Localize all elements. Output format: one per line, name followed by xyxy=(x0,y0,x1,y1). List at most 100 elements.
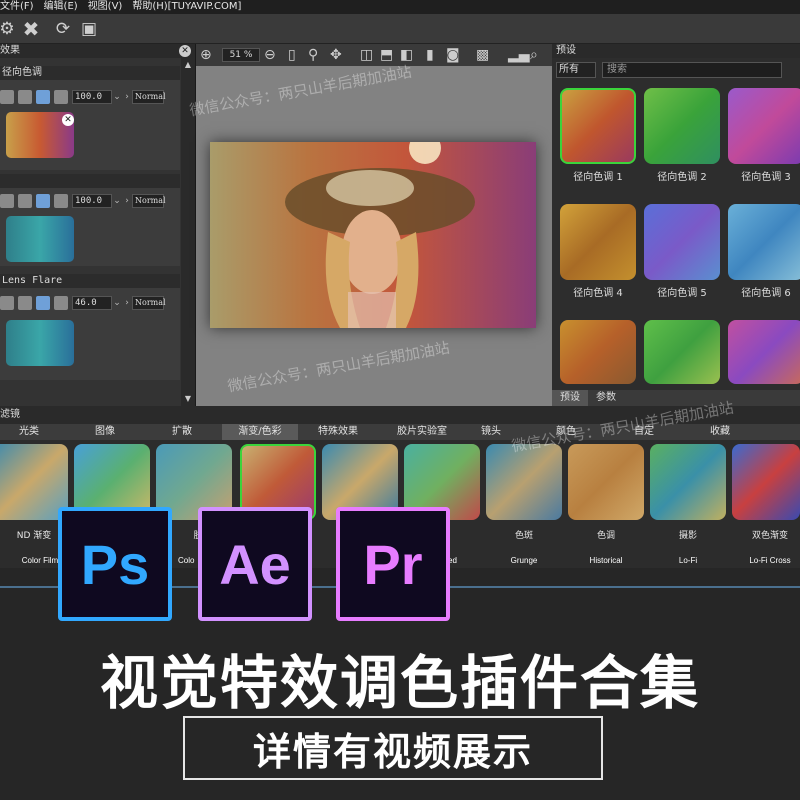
close-icon[interactable]: ✖ xyxy=(20,17,42,41)
mask-icon[interactable] xyxy=(54,194,68,208)
refresh-icon[interactable]: ⟳ xyxy=(52,18,74,40)
site-label: [TUYAVIP.COM] xyxy=(167,1,242,12)
histogram-icon[interactable]: ▂▄ xyxy=(508,47,530,63)
preset-thumbnail[interactable] xyxy=(644,320,720,384)
zoom-out-icon[interactable]: ⊖ xyxy=(264,47,276,63)
scroll-down-icon[interactable]: ▼ xyxy=(181,392,195,406)
split-horizontal-icon[interactable]: ⬒ xyxy=(380,47,393,63)
tab-gradient-color[interactable]: 渐变/色彩 xyxy=(222,424,298,440)
menu-file[interactable]: 文件(F) xyxy=(0,0,34,14)
preset-thumbnail[interactable] xyxy=(560,320,636,384)
move-icon[interactable]: ✥ xyxy=(330,47,342,63)
filter-thumbnail[interactable] xyxy=(486,444,562,520)
tab-lens[interactable]: 镜头 xyxy=(470,424,512,440)
portrait-image xyxy=(285,142,475,328)
preset-thumbnail[interactable] xyxy=(644,204,720,280)
chevron-right-icon[interactable]: › xyxy=(122,90,132,104)
preset-thumbnail[interactable] xyxy=(560,88,636,164)
blend-mode-select[interactable]: Normal xyxy=(132,90,166,104)
lightning-icon[interactable] xyxy=(36,194,50,208)
magnifier-icon[interactable]: ⚲ xyxy=(308,47,318,63)
preset-thumbnail[interactable] xyxy=(728,320,800,384)
effect-thumbnail[interactable] xyxy=(6,216,74,262)
tab-light[interactable]: 光类 xyxy=(0,424,58,440)
filter-thumbnail[interactable] xyxy=(568,444,644,520)
chevron-right-icon[interactable]: › xyxy=(122,296,132,310)
preset-label: 径向色调 1 xyxy=(573,172,623,183)
blend-mode-select[interactable]: Normal xyxy=(132,296,166,310)
after-effects-logo: Ae xyxy=(198,507,312,621)
fit-icon[interactable]: ▯ xyxy=(288,47,296,63)
edit-icon[interactable] xyxy=(0,296,14,310)
filter-category-label: Lo-Fi Cross xyxy=(749,556,791,565)
effect-layer-1[interactable]: 径向色调 100.0 ⌄ › Normal ✕ xyxy=(0,66,180,170)
logo-text: Ae xyxy=(202,511,308,617)
opacity-input[interactable]: 100.0 xyxy=(72,90,112,104)
mask-icon[interactable] xyxy=(54,296,68,310)
tab-parameters[interactable]: 参数 xyxy=(588,390,624,406)
zoom-level-input[interactable]: 51 % xyxy=(222,48,260,62)
monitor-icon[interactable] xyxy=(18,296,32,310)
close-icon[interactable]: ✕ xyxy=(179,45,191,57)
filter-label: 摄影 xyxy=(678,531,697,541)
document-icon[interactable]: ▮ xyxy=(426,47,434,63)
tab-diffusion[interactable]: 扩散 xyxy=(146,424,218,440)
chevron-right-icon[interactable]: › xyxy=(122,194,132,208)
monitor-icon[interactable] xyxy=(18,90,32,104)
image-icon[interactable]: ▩ xyxy=(476,47,489,63)
lightning-icon[interactable] xyxy=(36,90,50,104)
camera-icon[interactable]: ◙ xyxy=(446,47,460,63)
presets-header: 预设 xyxy=(552,44,800,58)
filter-category-label: Lo-Fi xyxy=(678,556,698,565)
filter-thumbnail[interactable] xyxy=(650,444,726,520)
preset-thumbnail[interactable] xyxy=(560,204,636,280)
gear-icon[interactable]: ⚙ xyxy=(0,18,18,40)
opacity-input[interactable]: 46.0 xyxy=(72,296,112,310)
premiere-logo: Pr xyxy=(336,507,450,621)
filter-thumbnail[interactable] xyxy=(732,444,800,520)
logo-text: Pr xyxy=(340,511,446,617)
chevron-down-icon[interactable]: ⌄ xyxy=(112,90,122,104)
chevron-down-icon[interactable]: ⌄ xyxy=(112,296,122,310)
effect-thumbnail[interactable] xyxy=(6,320,74,366)
filter-label: 色斑 xyxy=(514,531,533,541)
tab-favorites[interactable]: 收藏 xyxy=(700,424,740,440)
menu-help[interactable]: 帮助(H) xyxy=(132,0,167,14)
menu-edit[interactable]: 编辑(E) xyxy=(44,0,78,14)
scroll-up-icon[interactable]: ▲ xyxy=(181,58,195,72)
effect-name: 径向色调 xyxy=(0,66,180,80)
preset-thumbnail[interactable] xyxy=(644,88,720,164)
opacity-input[interactable]: 100.0 xyxy=(72,194,112,208)
mask-icon[interactable] xyxy=(54,90,68,104)
preset-thumbnail[interactable] xyxy=(728,204,800,280)
tab-presets[interactable]: 预设 xyxy=(552,390,588,406)
presets-tabs: 预设 参数 xyxy=(552,390,800,406)
preview-image[interactable] xyxy=(210,142,536,328)
tab-image[interactable]: 图像 xyxy=(70,424,140,440)
headline: 视觉特效调色插件合集 xyxy=(99,649,700,717)
menu-view[interactable]: 视图(V) xyxy=(88,0,123,14)
search-icon[interactable]: ⌕ xyxy=(530,47,538,63)
effect-layer-2[interactable]: 100.0 ⌄ › Normal xyxy=(0,174,180,266)
preset-filter-select[interactable]: 所有 xyxy=(556,62,596,78)
presets-panel: 预设 所有 搜索 径向色调 1 径向色调 2 径向色调 3 径向色调 4 径向色… xyxy=(552,44,800,406)
blend-mode-select[interactable]: Normal xyxy=(132,194,166,208)
split-view-icon[interactable]: ◫ xyxy=(360,47,373,63)
monitor-icon[interactable] xyxy=(18,194,32,208)
preset-search-input[interactable]: 搜索 xyxy=(602,62,782,78)
tab-special-effects[interactable]: 特殊效果 xyxy=(302,424,374,440)
edit-icon[interactable] xyxy=(0,194,14,208)
remove-icon[interactable]: ✕ xyxy=(62,114,74,126)
effect-controls: 46.0 ⌄ › Normal xyxy=(0,294,166,312)
filter-category-label: Grunge xyxy=(510,556,538,565)
zoom-in-icon[interactable]: ⊕ xyxy=(200,47,212,63)
preset-label: 径向色调 2 xyxy=(657,172,707,183)
lightning-icon[interactable] xyxy=(36,296,50,310)
edit-icon[interactable] xyxy=(0,90,14,104)
tab-film-lab[interactable]: 胶片实验室 xyxy=(380,424,464,440)
chevron-down-icon[interactable]: ⌄ xyxy=(112,194,122,208)
preset-thumbnail[interactable] xyxy=(728,88,800,164)
fit-screen-icon[interactable]: ▣ xyxy=(78,18,100,40)
effect-layer-3[interactable]: Lens Flare 46.0 ⌄ › Normal xyxy=(0,274,180,380)
subheadline-box: 详情有视频展示 xyxy=(183,716,603,780)
